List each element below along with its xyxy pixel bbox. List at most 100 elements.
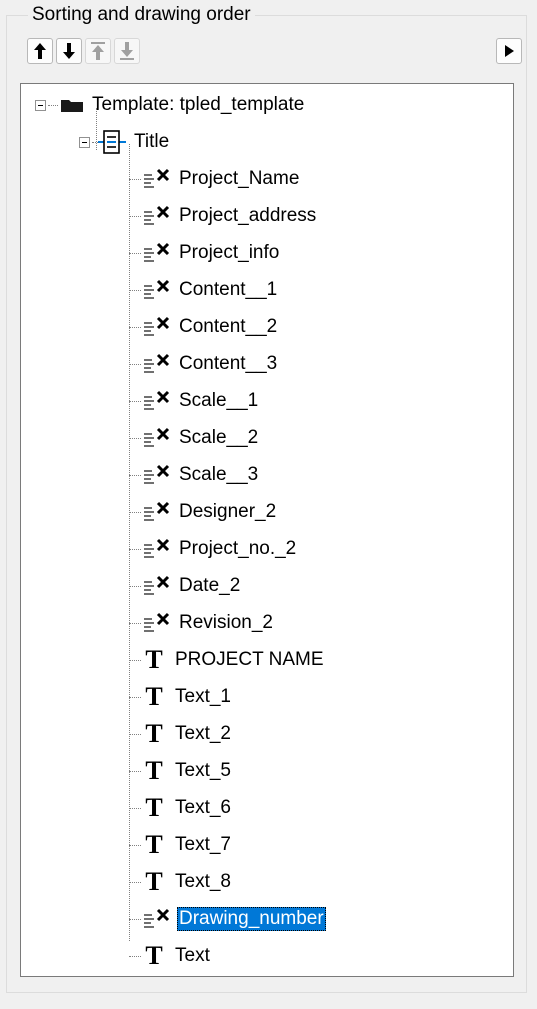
tree-connector [129,363,141,365]
tree-connector [129,548,141,550]
tree-item-label: Revision_2 [179,612,273,633]
tree-item-row[interactable]: T PROJECT NAME [129,643,326,677]
tree-item-row[interactable]: Content__2 [129,310,279,344]
tree-connector [129,659,141,661]
tree-item-row[interactable]: Project_Name [129,162,301,196]
tree-connector [129,770,141,772]
tree-connector [129,807,141,809]
tree-item-row[interactable]: Scale__1 [129,384,260,418]
text-field-icon [144,908,170,928]
text-icon: T [145,867,163,896]
tree-title-label: Title [134,131,170,152]
tree-item-label: Content__2 [179,316,278,337]
tree-item-label: Project_no._2 [179,538,297,559]
tree-item-row[interactable]: Scale__2 [129,421,260,455]
tree-item-row[interactable]: Revision_2 [129,606,275,640]
tree-connector [129,252,141,254]
tree-view[interactable]: Template: tpled_template Title Project_N… [20,83,514,977]
tree-item-row[interactable]: Drawing_number [129,902,326,936]
tree-item-label: Text_8 [175,871,231,892]
text-icon: T [145,682,163,711]
move-down-button[interactable] [56,38,82,64]
tree-item-row[interactable]: T Text_5 [129,754,233,788]
tree-connector [129,400,141,402]
tree-item-label: Scale__1 [179,390,259,411]
tree-item-label: Project_Name [179,168,300,189]
tree-item-row[interactable]: T Text_1 [129,680,233,714]
arrow-up-icon [34,43,46,59]
tree-connector [129,437,141,439]
tree-item-label: Project_address [179,205,317,226]
tree-connector [129,955,141,957]
text-field-icon [144,464,170,484]
text-field-icon [144,316,170,336]
text-field-icon [144,168,170,188]
group-title: Sorting and drawing order [28,4,255,26]
tree-item-row[interactable]: Content__3 [129,347,279,381]
arrow-to-top-icon [91,42,105,60]
tree-item-row[interactable]: Project_info [129,236,281,270]
tree-item-label: Content__1 [179,279,278,300]
text-field-icon [144,279,170,299]
tree-item-label: Text_6 [175,797,231,818]
tree-connector [129,178,141,180]
text-icon: T [145,645,163,674]
text-field-icon [144,538,170,558]
tree-connector [48,104,58,106]
more-button[interactable] [496,38,522,64]
tree-item-row[interactable]: T Text_7 [129,828,233,862]
collapse-icon[interactable] [35,99,46,111]
tree-connector [129,918,141,920]
arrow-to-bottom-icon [120,42,134,60]
tree-item-row[interactable]: Scale__3 [129,458,260,492]
tree-connector [129,696,141,698]
tree-connector [129,511,141,513]
tree-item-label: PROJECT NAME [175,649,324,670]
text-icon: T [145,719,163,748]
tree-connector [129,215,141,217]
tree-item-row[interactable]: T Text_6 [129,791,233,825]
tree-item-row[interactable]: T Text_2 [129,717,233,751]
text-icon: T [145,793,163,822]
tree-connector [129,326,141,328]
move-to-bottom-button[interactable] [114,38,140,64]
text-field-icon [144,612,170,632]
tree-item-row[interactable]: Project_no._2 [129,532,298,566]
collapse-icon[interactable] [79,136,90,148]
tree-item-label: Date_2 [179,575,241,596]
text-field-icon [144,427,170,447]
tree-item-row[interactable]: T Text_8 [129,865,233,899]
tree-item-row[interactable]: Date_2 [129,569,242,603]
text-field-icon [144,390,170,410]
tree-item-row[interactable]: Designer_2 [129,495,278,529]
tree-connector [92,141,98,143]
tree-item-row[interactable]: Content__1 [129,273,279,307]
tree-item-label: Text_2 [175,723,231,744]
text-icon: T [145,941,163,970]
tree-connector [129,733,141,735]
text-icon: T [145,830,163,859]
tree-root-row[interactable]: Template: tpled_template [35,88,306,122]
tree-item-label: Text [175,945,210,966]
tree-connector [129,585,141,587]
block-icon [98,130,126,154]
tree-item-label: Text_5 [175,760,231,781]
tree-item-label: Project_info [179,242,280,263]
text-field-icon [144,501,170,521]
tree-connector [129,289,141,291]
move-to-top-button[interactable] [85,38,111,64]
tree-item-label-selected: Drawing_number [177,907,326,931]
tree-item-label: Content__3 [179,353,278,374]
tree-item-label: Text_1 [175,686,231,707]
tree-title-row[interactable]: Title [79,125,171,159]
play-right-icon [505,45,514,57]
tree-item-row[interactable]: Project_address [129,199,318,233]
tree-item-label: Scale__3 [179,464,259,485]
tree-connector [129,881,141,883]
arrow-down-icon [63,43,75,59]
folder-icon [61,100,83,112]
tree-item-row[interactable]: T Text [129,939,212,973]
move-up-button[interactable] [27,38,53,64]
tree-connector [129,474,141,476]
text-field-icon [144,205,170,225]
